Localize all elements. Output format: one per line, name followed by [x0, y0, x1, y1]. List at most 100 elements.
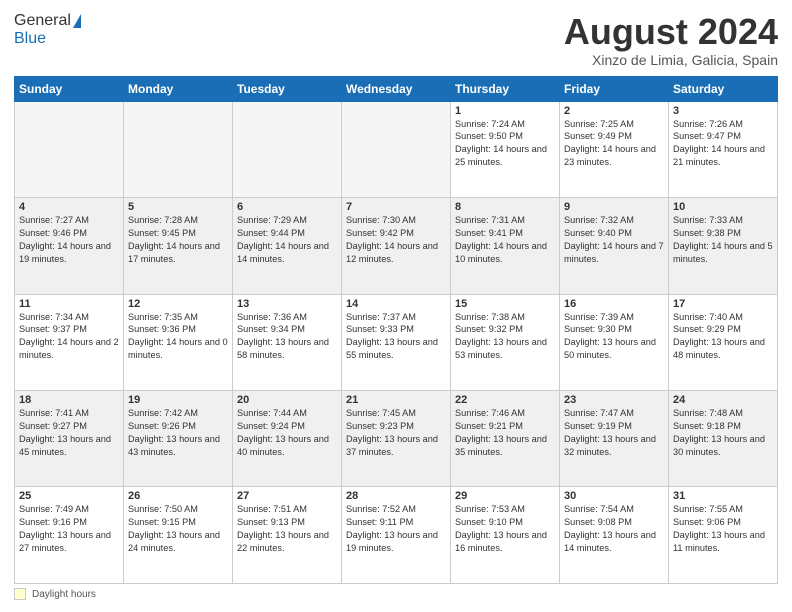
day-number: 31 [673, 490, 773, 502]
day-number: 24 [673, 394, 773, 406]
calendar-cell: 1Sunrise: 7:24 AM Sunset: 9:50 PM Daylig… [451, 101, 560, 197]
day-info: Sunrise: 7:27 AM Sunset: 9:46 PM Dayligh… [19, 214, 119, 266]
month-title: August 2024 [564, 12, 778, 52]
day-info: Sunrise: 7:31 AM Sunset: 9:41 PM Dayligh… [455, 214, 555, 266]
week-row: 1Sunrise: 7:24 AM Sunset: 9:50 PM Daylig… [15, 101, 778, 197]
calendar-cell: 19Sunrise: 7:42 AM Sunset: 9:26 PM Dayli… [124, 391, 233, 487]
day-number: 11 [19, 298, 119, 310]
day-info: Sunrise: 7:36 AM Sunset: 9:34 PM Dayligh… [237, 311, 337, 363]
calendar-cell: 27Sunrise: 7:51 AM Sunset: 9:13 PM Dayli… [233, 487, 342, 584]
day-number: 8 [455, 201, 555, 213]
day-number: 30 [564, 490, 664, 502]
weekday-header-thursday: Thursday [451, 76, 560, 101]
calendar-cell: 3Sunrise: 7:26 AM Sunset: 9:47 PM Daylig… [669, 101, 778, 197]
weekday-header-friday: Friday [560, 76, 669, 101]
calendar-cell: 22Sunrise: 7:46 AM Sunset: 9:21 PM Dayli… [451, 391, 560, 487]
calendar-cell: 4Sunrise: 7:27 AM Sunset: 9:46 PM Daylig… [15, 198, 124, 294]
day-number: 6 [237, 201, 337, 213]
day-info: Sunrise: 7:25 AM Sunset: 9:49 PM Dayligh… [564, 118, 664, 170]
calendar-cell: 13Sunrise: 7:36 AM Sunset: 9:34 PM Dayli… [233, 294, 342, 390]
day-number: 12 [128, 298, 228, 310]
day-number: 27 [237, 490, 337, 502]
calendar-cell: 11Sunrise: 7:34 AM Sunset: 9:37 PM Dayli… [15, 294, 124, 390]
day-number: 25 [19, 490, 119, 502]
day-info: Sunrise: 7:48 AM Sunset: 9:18 PM Dayligh… [673, 407, 773, 459]
header: General Blue August 2024 Xinzo de Limia,… [14, 12, 778, 68]
day-info: Sunrise: 7:49 AM Sunset: 9:16 PM Dayligh… [19, 503, 119, 555]
calendar-cell: 6Sunrise: 7:29 AM Sunset: 9:44 PM Daylig… [233, 198, 342, 294]
day-info: Sunrise: 7:37 AM Sunset: 9:33 PM Dayligh… [346, 311, 446, 363]
calendar-cell: 15Sunrise: 7:38 AM Sunset: 9:32 PM Dayli… [451, 294, 560, 390]
calendar-cell: 30Sunrise: 7:54 AM Sunset: 9:08 PM Dayli… [560, 487, 669, 584]
day-number: 13 [237, 298, 337, 310]
day-info: Sunrise: 7:28 AM Sunset: 9:45 PM Dayligh… [128, 214, 228, 266]
day-number: 4 [19, 201, 119, 213]
day-number: 22 [455, 394, 555, 406]
calendar-cell: 10Sunrise: 7:33 AM Sunset: 9:38 PM Dayli… [669, 198, 778, 294]
calendar-cell: 16Sunrise: 7:39 AM Sunset: 9:30 PM Dayli… [560, 294, 669, 390]
calendar-cell: 24Sunrise: 7:48 AM Sunset: 9:18 PM Dayli… [669, 391, 778, 487]
day-number: 18 [19, 394, 119, 406]
day-info: Sunrise: 7:26 AM Sunset: 9:47 PM Dayligh… [673, 118, 773, 170]
calendar-cell: 7Sunrise: 7:30 AM Sunset: 9:42 PM Daylig… [342, 198, 451, 294]
weekday-header-wednesday: Wednesday [342, 76, 451, 101]
logo: General Blue [14, 12, 81, 48]
day-number: 15 [455, 298, 555, 310]
weekday-header-sunday: Sunday [15, 76, 124, 101]
logo-blue-text: Blue [14, 30, 46, 48]
location: Xinzo de Limia, Galicia, Spain [564, 52, 778, 68]
calendar-cell: 9Sunrise: 7:32 AM Sunset: 9:40 PM Daylig… [560, 198, 669, 294]
footer-note: Daylight hours [14, 588, 778, 600]
calendar-cell: 26Sunrise: 7:50 AM Sunset: 9:15 PM Dayli… [124, 487, 233, 584]
day-info: Sunrise: 7:54 AM Sunset: 9:08 PM Dayligh… [564, 503, 664, 555]
calendar-table: SundayMondayTuesdayWednesdayThursdayFrid… [14, 76, 778, 584]
page: General Blue August 2024 Xinzo de Limia,… [0, 0, 792, 612]
weekday-header-saturday: Saturday [669, 76, 778, 101]
logo-row: General [14, 12, 81, 30]
day-number: 26 [128, 490, 228, 502]
day-info: Sunrise: 7:38 AM Sunset: 9:32 PM Dayligh… [455, 311, 555, 363]
calendar-cell: 5Sunrise: 7:28 AM Sunset: 9:45 PM Daylig… [124, 198, 233, 294]
day-number: 21 [346, 394, 446, 406]
day-number: 16 [564, 298, 664, 310]
calendar-cell: 23Sunrise: 7:47 AM Sunset: 9:19 PM Dayli… [560, 391, 669, 487]
week-row: 4Sunrise: 7:27 AM Sunset: 9:46 PM Daylig… [15, 198, 778, 294]
day-number: 17 [673, 298, 773, 310]
day-info: Sunrise: 7:30 AM Sunset: 9:42 PM Dayligh… [346, 214, 446, 266]
calendar-cell [15, 101, 124, 197]
calendar-cell: 8Sunrise: 7:31 AM Sunset: 9:41 PM Daylig… [451, 198, 560, 294]
day-info: Sunrise: 7:51 AM Sunset: 9:13 PM Dayligh… [237, 503, 337, 555]
day-number: 28 [346, 490, 446, 502]
calendar-cell: 25Sunrise: 7:49 AM Sunset: 9:16 PM Dayli… [15, 487, 124, 584]
calendar-cell: 21Sunrise: 7:45 AM Sunset: 9:23 PM Dayli… [342, 391, 451, 487]
day-number: 29 [455, 490, 555, 502]
calendar-cell [233, 101, 342, 197]
day-info: Sunrise: 7:40 AM Sunset: 9:29 PM Dayligh… [673, 311, 773, 363]
day-info: Sunrise: 7:44 AM Sunset: 9:24 PM Dayligh… [237, 407, 337, 459]
day-info: Sunrise: 7:45 AM Sunset: 9:23 PM Dayligh… [346, 407, 446, 459]
weekday-header-row: SundayMondayTuesdayWednesdayThursdayFrid… [15, 76, 778, 101]
calendar-cell: 18Sunrise: 7:41 AM Sunset: 9:27 PM Dayli… [15, 391, 124, 487]
day-info: Sunrise: 7:46 AM Sunset: 9:21 PM Dayligh… [455, 407, 555, 459]
day-info: Sunrise: 7:24 AM Sunset: 9:50 PM Dayligh… [455, 118, 555, 170]
calendar-cell: 2Sunrise: 7:25 AM Sunset: 9:49 PM Daylig… [560, 101, 669, 197]
weekday-header-tuesday: Tuesday [233, 76, 342, 101]
day-info: Sunrise: 7:29 AM Sunset: 9:44 PM Dayligh… [237, 214, 337, 266]
day-number: 2 [564, 105, 664, 117]
calendar-cell: 14Sunrise: 7:37 AM Sunset: 9:33 PM Dayli… [342, 294, 451, 390]
day-number: 20 [237, 394, 337, 406]
day-number: 10 [673, 201, 773, 213]
day-number: 14 [346, 298, 446, 310]
calendar-cell: 31Sunrise: 7:55 AM Sunset: 9:06 PM Dayli… [669, 487, 778, 584]
day-number: 1 [455, 105, 555, 117]
day-info: Sunrise: 7:42 AM Sunset: 9:26 PM Dayligh… [128, 407, 228, 459]
day-number: 3 [673, 105, 773, 117]
weekday-header-monday: Monday [124, 76, 233, 101]
calendar-cell: 17Sunrise: 7:40 AM Sunset: 9:29 PM Dayli… [669, 294, 778, 390]
day-info: Sunrise: 7:53 AM Sunset: 9:10 PM Dayligh… [455, 503, 555, 555]
day-info: Sunrise: 7:39 AM Sunset: 9:30 PM Dayligh… [564, 311, 664, 363]
day-info: Sunrise: 7:52 AM Sunset: 9:11 PM Dayligh… [346, 503, 446, 555]
calendar-cell: 20Sunrise: 7:44 AM Sunset: 9:24 PM Dayli… [233, 391, 342, 487]
calendar-cell [342, 101, 451, 197]
day-number: 9 [564, 201, 664, 213]
